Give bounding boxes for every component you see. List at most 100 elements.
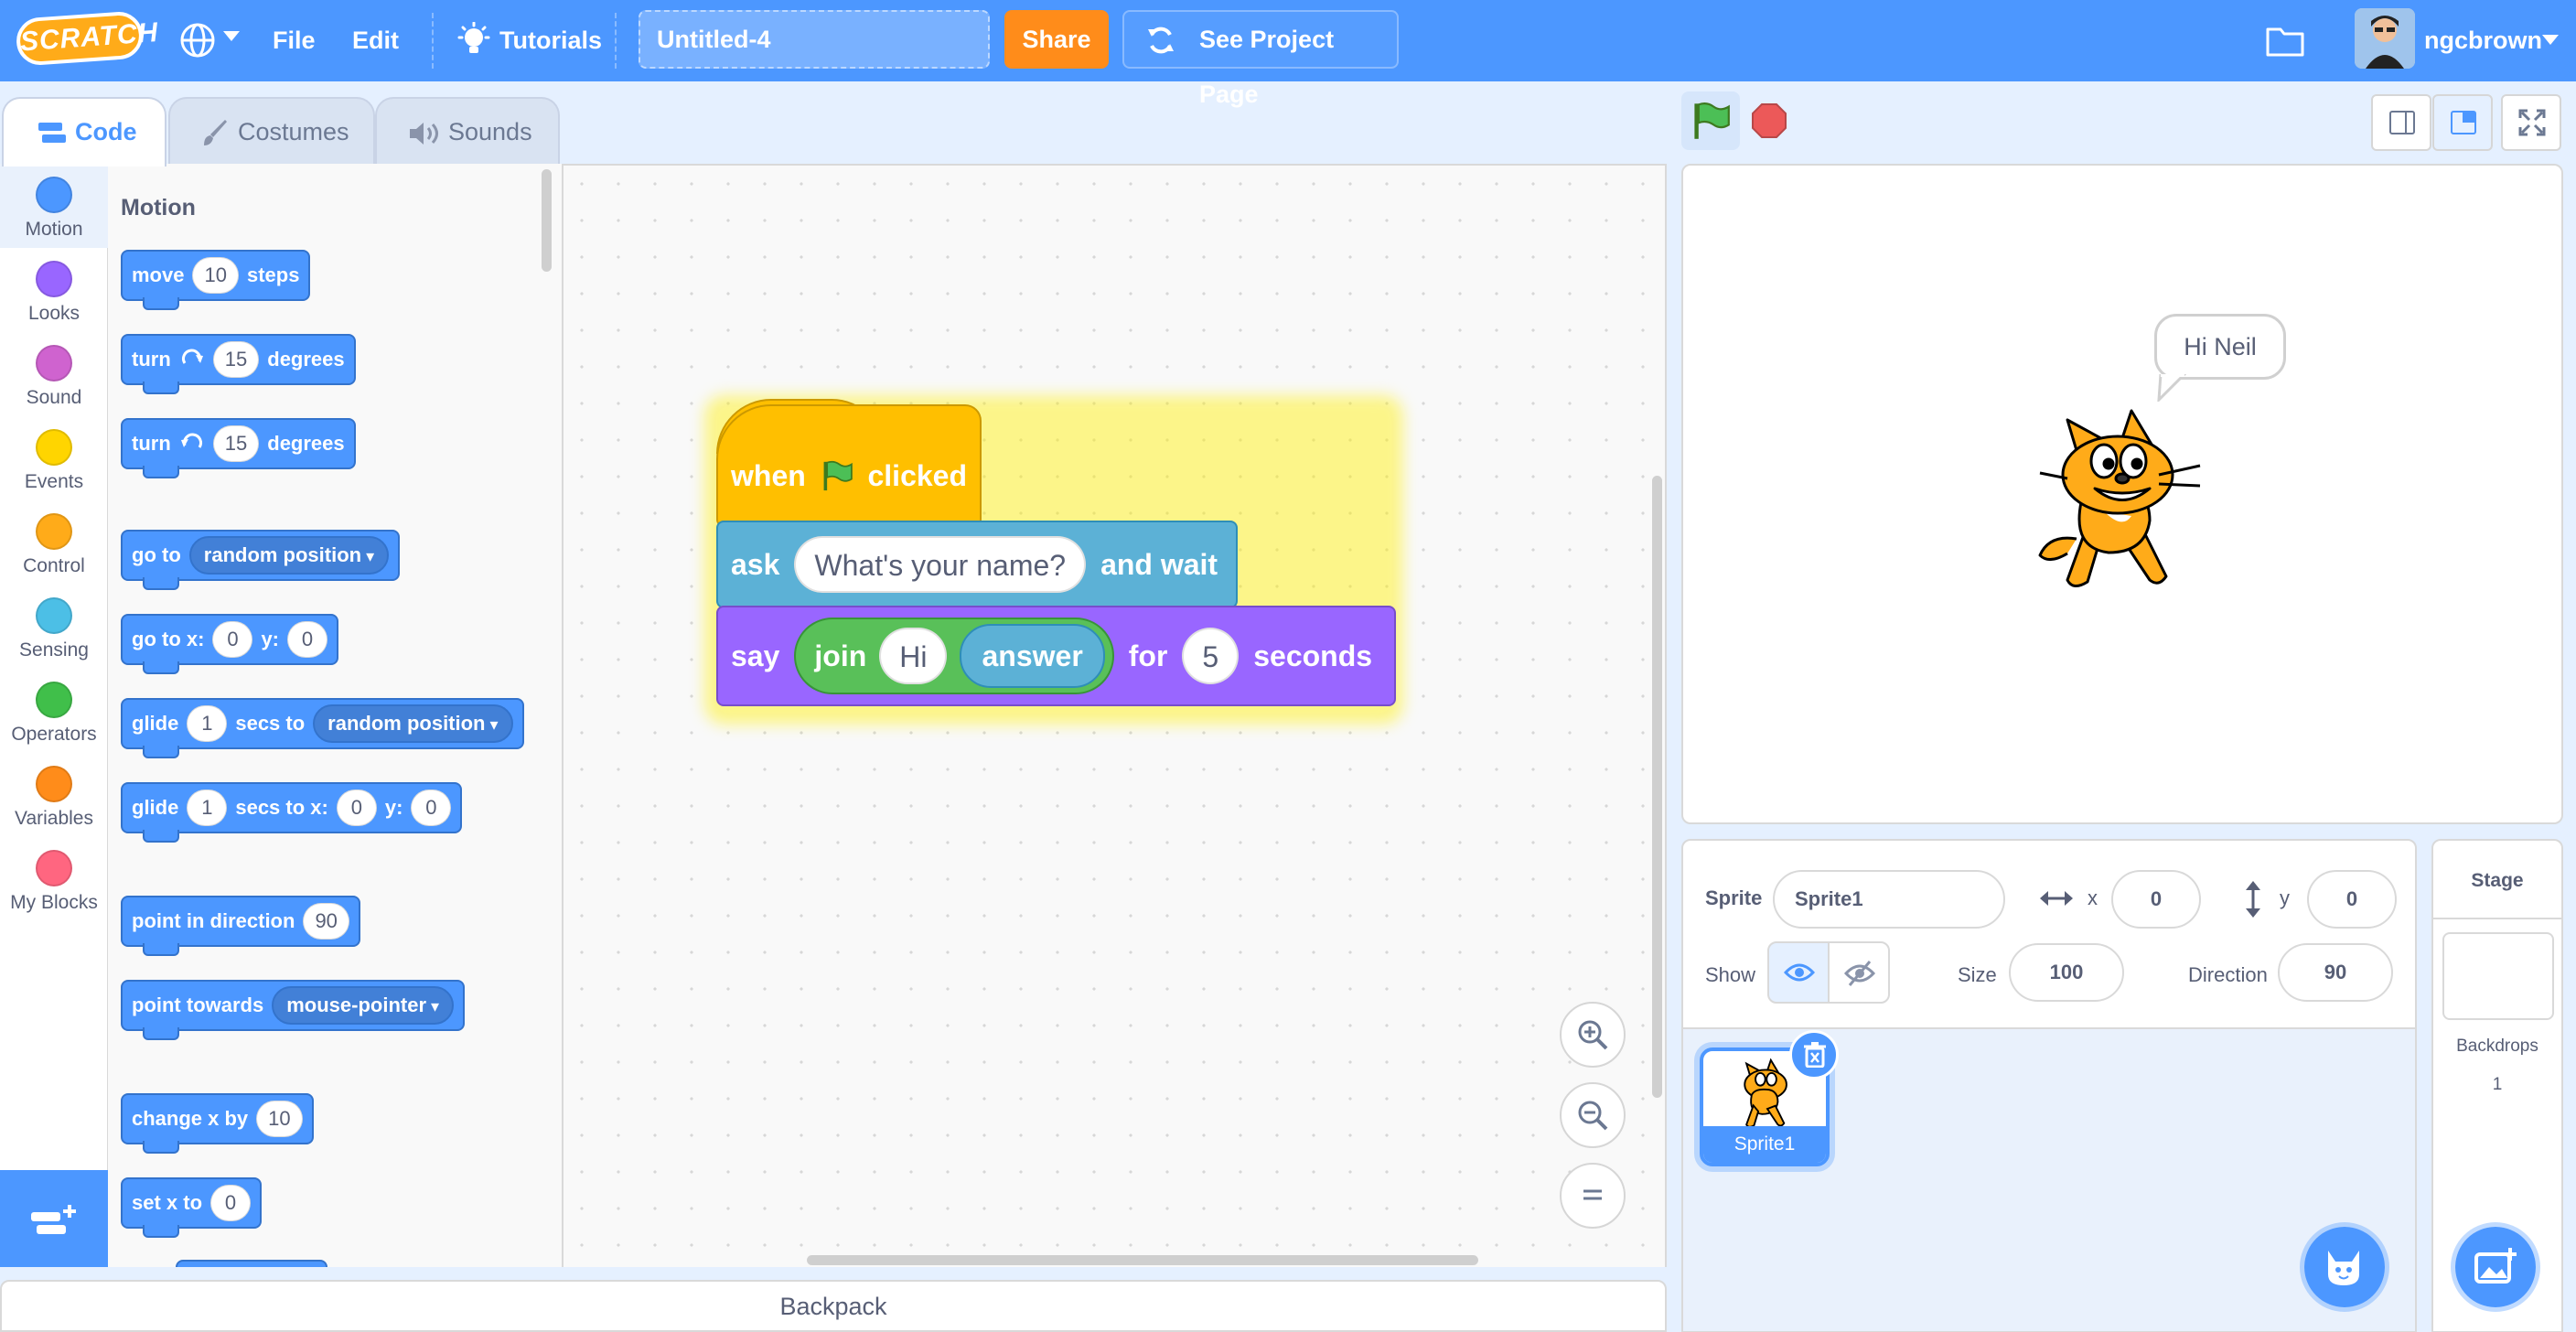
direction-input[interactable]: 90 — [303, 903, 349, 940]
say-seconds-input[interactable]: 5 — [1182, 628, 1240, 684]
my-blocks-dot-icon — [36, 850, 72, 886]
rotate-left-icon — [180, 433, 202, 448]
glide-target-dropdown[interactable]: random position — [313, 704, 513, 743]
category-events[interactable]: Events — [0, 416, 108, 500]
category-label: Operators — [11, 724, 97, 745]
avatar[interactable] — [2355, 8, 2415, 69]
category-motion[interactable]: Motion — [0, 164, 108, 248]
show-sprite-button[interactable] — [1767, 941, 1830, 1004]
category-my-blocks[interactable]: My Blocks — [0, 837, 108, 921]
username-menu[interactable]: ngcbrown — [2424, 0, 2542, 81]
block-point-towards[interactable]: point towards mouse-pointer — [121, 980, 466, 1040]
palette-scrollbar[interactable] — [542, 169, 552, 272]
block-change-x-by[interactable]: change x by 10 — [121, 1093, 314, 1154]
block-go-to[interactable]: go to random position — [121, 530, 401, 590]
scratch-logo[interactable]: SCRATCH — [15, 10, 159, 67]
block-text: turn — [132, 432, 171, 455]
y-position-input[interactable] — [2307, 870, 2397, 929]
x-input[interactable]: 0 — [336, 790, 377, 826]
block-point-in-direction[interactable]: point in direction 90 — [121, 896, 360, 956]
edit-menu[interactable]: Edit — [352, 0, 399, 81]
tutorials-button[interactable]: Tutorials — [499, 0, 602, 81]
backdrop-thumbnail[interactable] — [2442, 932, 2554, 1020]
x-position-input[interactable] — [2111, 870, 2201, 929]
tab-costumes[interactable]: Costumes — [168, 97, 375, 164]
variables-dot-icon — [36, 766, 72, 802]
block-text: degrees — [267, 348, 345, 371]
ask-and-wait-block[interactable]: ask What's your name? and wait — [716, 521, 1238, 608]
block-text: say — [731, 639, 780, 672]
tab-sounds[interactable]: Sounds — [375, 97, 560, 164]
degrees-input[interactable]: 15 — [212, 425, 260, 462]
category-label: Events — [24, 471, 84, 492]
block-text: move — [132, 263, 185, 286]
change-x-input[interactable]: 10 — [256, 1101, 303, 1137]
say-for-seconds-block[interactable]: say join Hi answer for 5 seconds — [716, 606, 1396, 706]
cat-sprite-icon[interactable] — [2031, 402, 2214, 594]
backpack-header[interactable]: Backpack — [0, 1280, 1667, 1332]
stage-canvas[interactable]: Hi Neil — [1681, 164, 2563, 824]
category-sound[interactable]: Sound — [0, 332, 108, 416]
category-looks[interactable]: Looks — [0, 248, 108, 332]
category-operators[interactable]: Operators — [0, 669, 108, 753]
block-move-steps[interactable]: move 10 steps — [121, 250, 311, 310]
set-x-input[interactable]: 0 — [210, 1185, 252, 1221]
sprite-name-input[interactable] — [1773, 870, 2005, 929]
choose-backdrop-button[interactable] — [2451, 1222, 2540, 1312]
block-turn-left[interactable]: turn 15 degrees — [121, 418, 356, 478]
ask-question-input[interactable]: What's your name? — [794, 536, 1087, 593]
stop-button[interactable] — [1740, 91, 1798, 150]
secs-input[interactable]: 1 — [187, 790, 228, 826]
go-to-target-dropdown[interactable]: random position — [188, 536, 390, 575]
steps-input[interactable]: 10 — [192, 257, 239, 294]
block-text: ask — [731, 547, 780, 581]
x-input[interactable]: 0 — [212, 621, 253, 658]
green-flag-button[interactable] — [1681, 91, 1740, 150]
join-first-input[interactable]: Hi — [879, 628, 948, 684]
menu-bar: SCRATCH File Edit Tutorials Share See Pr… — [0, 0, 2576, 108]
my-stuff-folder-icon[interactable] — [2265, 22, 2305, 59]
category-variables[interactable]: Variables — [0, 753, 108, 837]
join-operator-block[interactable]: join Hi answer — [794, 618, 1114, 694]
sensing-dot-icon — [36, 597, 72, 634]
project-title-input[interactable] — [639, 10, 990, 69]
see-project-page-button[interactable]: See Project Page — [1122, 10, 1399, 108]
small-stage-button[interactable] — [2371, 94, 2431, 151]
block-go-to-xy[interactable]: go to x: 0 y: 0 — [121, 614, 338, 674]
equals-icon — [1583, 1189, 1602, 1200]
block-turn-right[interactable]: turn 15 degrees — [121, 334, 356, 394]
y-input[interactable]: 0 — [411, 790, 452, 826]
when-flag-clicked-block[interactable]: when clicked — [716, 404, 982, 527]
block-text: y: — [384, 796, 403, 819]
normal-stage-button[interactable] — [2432, 94, 2493, 151]
block-set-x-to[interactable]: set x to 0 — [121, 1177, 263, 1238]
tab-code[interactable]: Code — [2, 97, 166, 166]
size-input[interactable] — [2009, 943, 2124, 1002]
hide-sprite-button[interactable] — [1828, 941, 1890, 1004]
fullscreen-button[interactable] — [2501, 94, 2561, 151]
share-button[interactable]: Share — [1004, 10, 1109, 69]
block-glide-to-xy[interactable]: glide 1 secs to x: 0 y: 0 — [121, 782, 463, 843]
zoom-in-button[interactable] — [1560, 1002, 1626, 1068]
block-glide-to[interactable]: glide 1 secs to random position — [121, 698, 524, 758]
point-towards-dropdown[interactable]: mouse-pointer — [272, 986, 455, 1025]
language-globe-icon[interactable] — [179, 22, 216, 59]
eye-slash-icon — [1843, 961, 1876, 986]
zoom-out-button[interactable] — [1560, 1082, 1626, 1148]
workspace-horizontal-scrollbar[interactable] — [807, 1255, 1478, 1265]
category-sensing[interactable]: Sensing — [0, 585, 108, 669]
y-input[interactable]: 0 — [287, 621, 327, 658]
workspace-vertical-scrollbar[interactable] — [1652, 476, 1662, 1098]
delete-sprite-button[interactable] — [1789, 1030, 1839, 1080]
file-menu[interactable]: File — [273, 0, 316, 81]
choose-sprite-button[interactable] — [2300, 1222, 2389, 1312]
block-text: secs to — [235, 712, 306, 735]
zoom-reset-button[interactable] — [1560, 1163, 1626, 1229]
degrees-input[interactable]: 15 — [212, 341, 260, 378]
add-extension-button[interactable] — [0, 1170, 108, 1267]
direction-input[interactable] — [2278, 943, 2393, 1002]
events-dot-icon — [36, 429, 72, 466]
answer-reporter-block[interactable]: answer — [960, 624, 1105, 688]
category-control[interactable]: Control — [0, 500, 108, 585]
secs-input[interactable]: 1 — [187, 705, 228, 742]
